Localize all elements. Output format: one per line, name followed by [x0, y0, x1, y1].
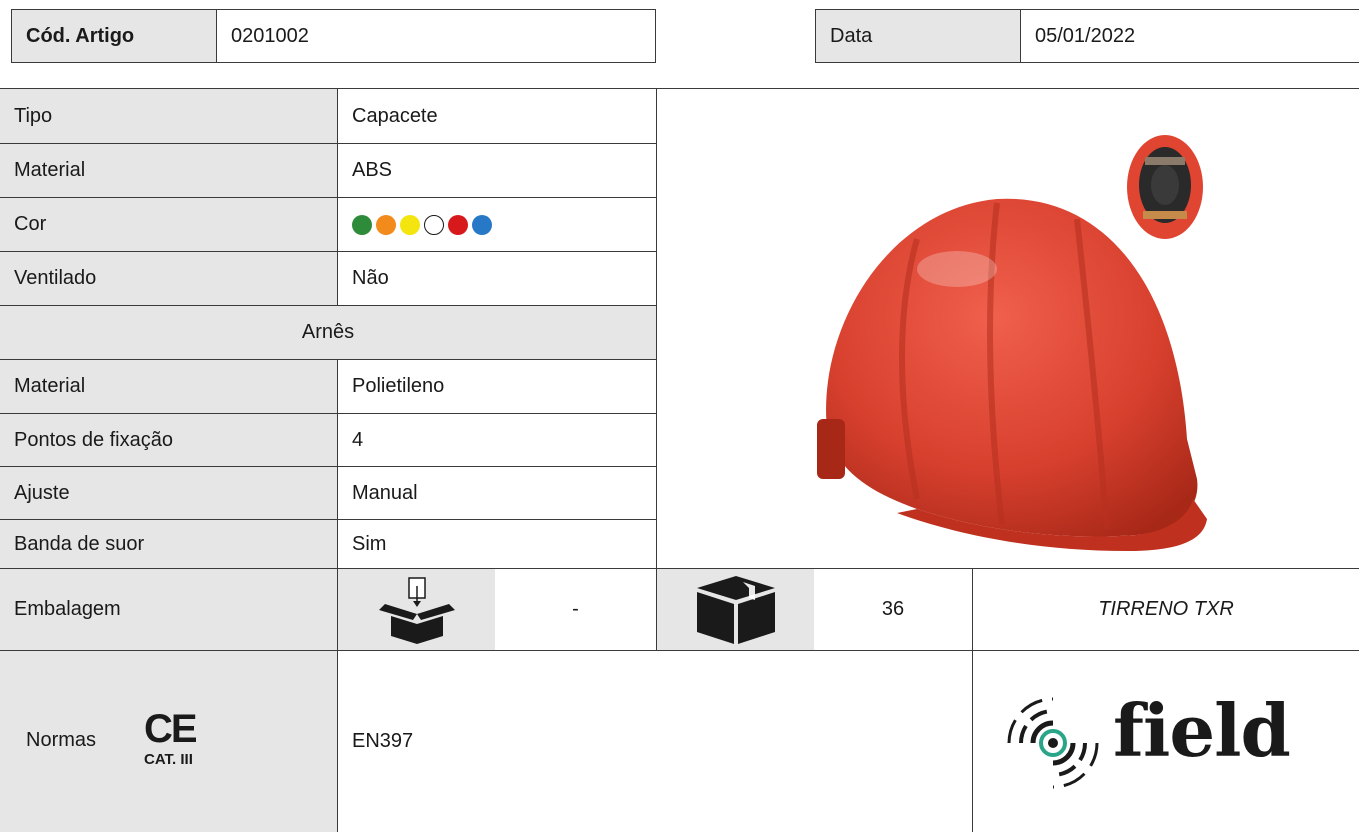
- ce-mark: CE: [144, 707, 198, 751]
- material-label: Material: [0, 144, 337, 197]
- field-logo-icon: [1007, 697, 1099, 789]
- model-name: TIRRENO TXR: [1098, 598, 1234, 620]
- standards-label: Normas: [26, 729, 97, 751]
- red-helmet-image: [657, 89, 1359, 568]
- sweatband-label: Banda de suor: [0, 520, 337, 568]
- fixing-points-label: Pontos de fixação: [0, 414, 337, 466]
- packaging-label: Embalagem: [0, 569, 337, 650]
- inner-packaging-value: -: [572, 598, 579, 620]
- spec-sheet: Tipo Capacete Material ABS Cor Ventilado…: [0, 88, 1359, 832]
- outer-packaging-value: 36: [881, 598, 905, 620]
- color-swatch: [352, 214, 372, 235]
- type-label: Tipo: [0, 89, 337, 143]
- color-swatch: [424, 214, 444, 235]
- color-label: Cor: [0, 198, 337, 251]
- color-swatch: [400, 214, 420, 235]
- harness-material-label: Material: [0, 360, 337, 413]
- harness-material-value: Polietileno: [352, 375, 445, 397]
- ventilated-label: Ventilado: [0, 252, 337, 305]
- date-value: 05/01/2022: [1020, 9, 1359, 63]
- fixing-points-value: 4: [352, 428, 364, 451]
- cat-iii-label: CAT. III: [144, 751, 193, 768]
- brand-name: field: [1113, 688, 1291, 773]
- closed-box-icon: [657, 569, 814, 650]
- code-label: Cód. Artigo: [11, 9, 217, 63]
- harness-section-title: Arnês: [0, 306, 656, 359]
- adjustment-value: Manual: [352, 481, 418, 504]
- ventilated-value: Não: [352, 267, 389, 289]
- color-swatch: [472, 214, 492, 235]
- color-swatch: [376, 214, 396, 235]
- standards-value: EN397: [352, 730, 414, 752]
- brand-logo: field: [973, 651, 1359, 832]
- type-value: Capacete: [352, 104, 438, 127]
- color-swatch: [448, 214, 468, 235]
- adjustment-label: Ajuste: [0, 467, 337, 519]
- standards-cell: Normas CE CAT. III: [0, 651, 337, 832]
- box-with-unit-icon: [338, 569, 495, 650]
- code-value: 0201002: [216, 9, 656, 63]
- material-value: ABS: [352, 159, 393, 181]
- color-swatches: [338, 198, 656, 251]
- date-label: Data: [815, 9, 1021, 63]
- sweatband-value: Sim: [352, 532, 387, 555]
